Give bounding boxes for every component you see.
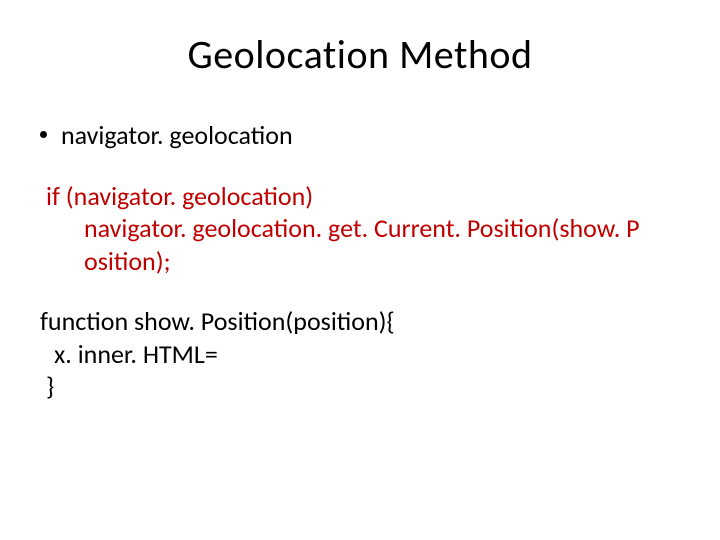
- code-red-line2b: osition);: [46, 245, 680, 278]
- code-red-block: if (navigator. geolocation) navigator. g…: [46, 180, 680, 278]
- slide-title: Geolocation Method: [40, 30, 680, 79]
- code-black-line3: }: [40, 370, 680, 403]
- bullet-icon: [40, 131, 47, 138]
- bullet-text: navigator. geolocation: [61, 119, 293, 152]
- code-black-line1: function show. Position(position){: [40, 305, 680, 338]
- slide-body: navigator. geolocation if (navigator. ge…: [40, 119, 680, 403]
- code-black-line2: x. inner. HTML=: [40, 338, 680, 371]
- code-red-line1: if (navigator. geolocation): [46, 180, 313, 212]
- code-red-line2a: navigator. geolocation. get. Current. Po…: [46, 212, 680, 245]
- slide: Geolocation Method navigator. geolocatio…: [0, 0, 720, 540]
- code-black-block: function show. Position(position){ x. in…: [40, 305, 680, 403]
- bullet-item: navigator. geolocation: [40, 119, 680, 152]
